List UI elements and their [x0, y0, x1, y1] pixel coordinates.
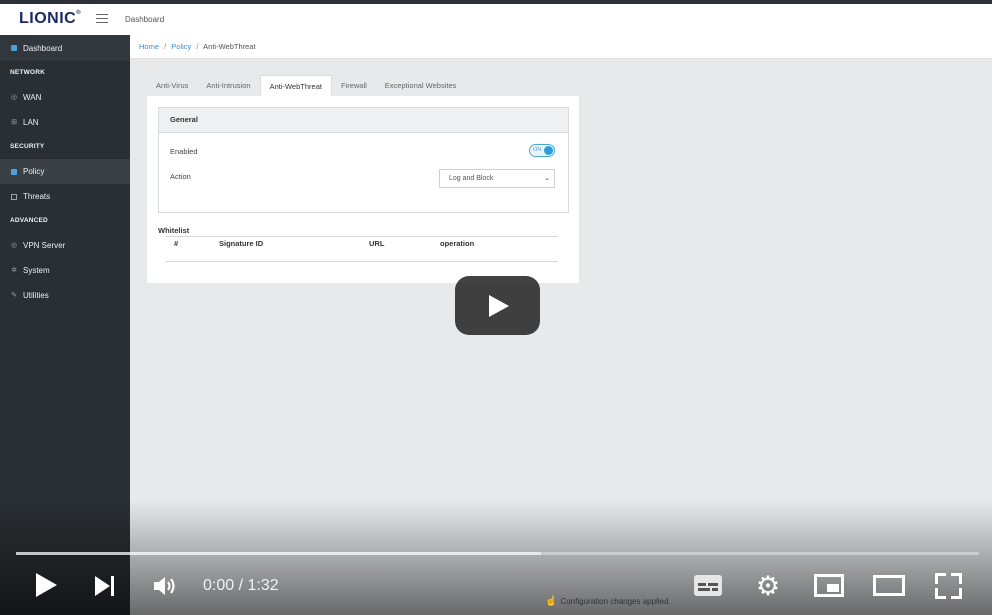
sidebar-item-system[interactable]: ✲ System — [0, 258, 130, 283]
fullscreen-icon[interactable] — [935, 573, 962, 599]
toggle-state-text: ON — [533, 147, 542, 153]
lionic-logo[interactable]: LIONIC® — [19, 10, 81, 28]
sidebar-item-label: System — [23, 266, 50, 275]
tab-anti-webthreat[interactable]: Anti-WebThreat — [259, 75, 332, 96]
enabled-toggle[interactable]: ON — [529, 144, 555, 157]
breadcrumb-current: Anti-WebThreat — [203, 42, 256, 51]
breadcrumb-policy[interactable]: Policy — [171, 42, 191, 51]
divider — [166, 236, 558, 237]
sidebar-item-wan[interactable]: ◎ WAN — [0, 85, 130, 110]
sidebar-section-security: SECURITY — [10, 143, 45, 150]
divider — [166, 261, 558, 262]
sidebar-item-threats[interactable]: Threats — [0, 184, 130, 209]
sidebar-item-label: VPN Server — [23, 241, 66, 250]
sidebar-item-vpn-server[interactable]: ◎ VPN Server — [0, 233, 130, 258]
sidebar-item-label: LAN — [23, 118, 39, 127]
top-bar: LIONIC® Dashboard — [0, 4, 992, 36]
column-header-signature-id: Signature ID — [219, 239, 264, 248]
column-header-index: # — [174, 239, 179, 248]
dashboard-icon — [11, 45, 17, 51]
menu-toggle-icon[interactable] — [96, 11, 108, 23]
action-select[interactable]: Log and Block ⌄ — [439, 169, 555, 188]
sidebar-item-utilities[interactable]: ✎ Utilities — [0, 283, 130, 308]
video-controls-gradient — [0, 500, 992, 615]
toast-text: Configuration changes applied. — [560, 597, 671, 606]
action-label: Action — [170, 172, 191, 181]
network-icon: ⊞ — [11, 118, 17, 126]
next-icon[interactable] — [95, 576, 117, 596]
topbar-title: Dashboard — [125, 15, 165, 24]
tab-anti-virus[interactable]: Anti-Virus — [147, 75, 197, 96]
play-icon[interactable] — [36, 573, 57, 597]
gear-icon: ✲ — [11, 266, 17, 274]
video-buffered-bar — [16, 552, 541, 555]
sidebar-item-lan[interactable]: ⊞ LAN — [0, 110, 130, 135]
theater-mode-icon[interactable] — [873, 575, 905, 596]
sidebar-item-dashboard[interactable]: Dashboard — [0, 35, 130, 61]
video-time: 0:00 / 1:32 — [203, 577, 279, 594]
policy-tabs: Anti-Virus Anti-Intrusion Anti-WebThreat… — [147, 75, 465, 96]
hand-pointer-icon: ☝ — [545, 596, 558, 607]
play-icon — [489, 295, 509, 317]
list-icon — [11, 193, 17, 200]
document-icon — [11, 168, 17, 175]
tab-firewall[interactable]: Firewall — [332, 75, 376, 96]
breadcrumb: Home / Policy / Anti-WebThreat — [130, 35, 992, 59]
wrench-icon: ✎ — [11, 291, 17, 299]
chevron-down-icon: ⌄ — [544, 175, 550, 182]
tab-anti-intrusion[interactable]: Anti-Intrusion — [197, 75, 259, 96]
video-progress-bar[interactable] — [16, 552, 979, 555]
sidebar-item-label: Utilities — [23, 291, 49, 300]
column-header-operation: operation — [440, 239, 475, 248]
sidebar-item-label: Policy — [23, 167, 45, 176]
settings-gear-icon[interactable]: ⚙ — [754, 572, 782, 600]
tab-panel: General Enabled ON Action Log and Block … — [147, 96, 579, 283]
sidebar-item-policy[interactable]: Policy — [0, 159, 130, 184]
column-header-url: URL — [369, 239, 385, 248]
sidebar-item-label: Dashboard — [23, 43, 63, 53]
breadcrumb-home[interactable]: Home — [139, 42, 159, 51]
enabled-label: Enabled — [170, 147, 198, 156]
action-select-value: Log and Block — [449, 175, 494, 182]
breadcrumb-separator: / — [196, 42, 199, 51]
sidebar-item-label: WAN — [23, 93, 42, 102]
globe-icon: ◎ — [11, 93, 18, 101]
tab-exceptional-websites[interactable]: Exceptional Websites — [376, 75, 466, 96]
config-applied-toast: ☝ Configuration changes applied. — [545, 596, 671, 607]
miniplayer-icon[interactable] — [814, 574, 844, 597]
sidebar-section-network: NETWORK — [10, 69, 45, 76]
volume-icon[interactable] — [152, 574, 178, 598]
sidebar-section-advanced: ADVANCED — [10, 217, 48, 224]
breadcrumb-separator: / — [164, 42, 167, 51]
captions-icon[interactable] — [694, 575, 722, 596]
general-card: General Enabled ON Action Log and Block … — [158, 107, 569, 213]
sidebar-item-label: Threats — [23, 192, 51, 201]
general-title: General — [159, 108, 568, 133]
toggle-knob — [544, 146, 553, 155]
whitelist-title: Whitelist — [158, 226, 190, 235]
vpn-icon: ◎ — [11, 241, 18, 249]
video-play-overlay-button[interactable] — [455, 276, 540, 335]
